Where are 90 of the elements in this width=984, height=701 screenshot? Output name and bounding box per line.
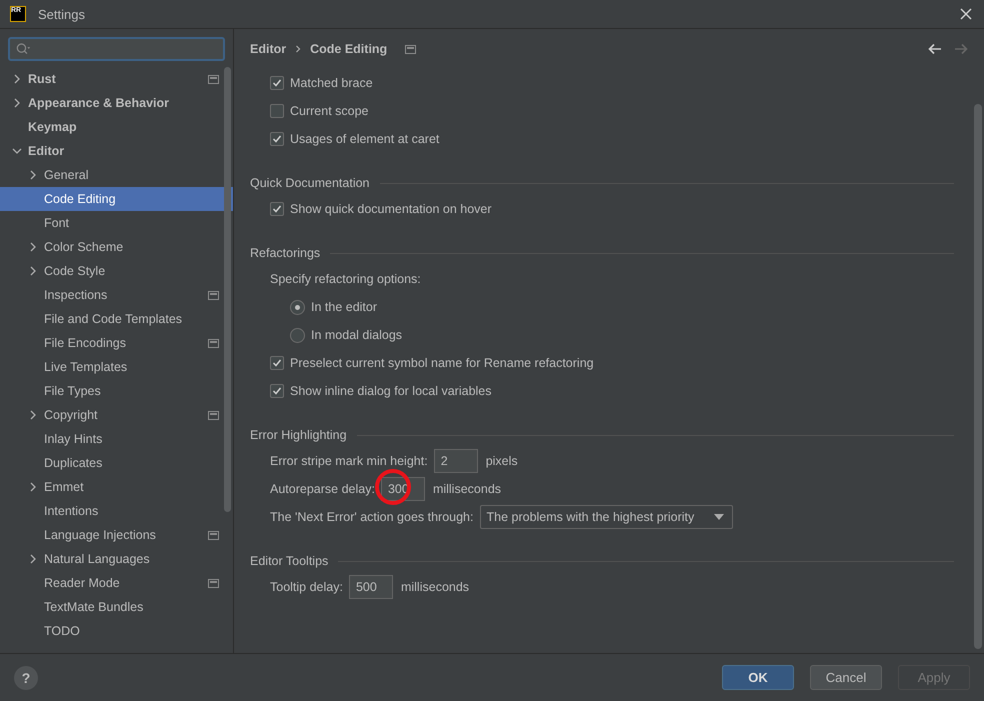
section-title: Error Highlighting	[250, 428, 347, 442]
checkbox[interactable]	[270, 104, 284, 118]
tree-item[interactable]: Live Templates	[0, 355, 233, 379]
tree-item[interactable]: Editor	[0, 139, 233, 163]
project-scope-icon	[208, 578, 219, 588]
window-title: Settings	[38, 6, 86, 22]
breadcrumb-item[interactable]: Code Editing	[310, 42, 388, 56]
tree-item[interactable]: Rust	[0, 67, 233, 91]
tree-item[interactable]: Copyright	[0, 403, 233, 427]
tree-item[interactable]: Emmet	[0, 475, 233, 499]
section-title: Refactorings	[250, 246, 320, 260]
option-label: Specify refactoring options:	[270, 272, 421, 286]
section-title: Editor Tooltips	[250, 554, 328, 568]
scrollbar[interactable]	[974, 104, 982, 649]
project-scope-icon	[208, 338, 219, 348]
chevron-right-icon[interactable]	[28, 170, 38, 180]
checkmark-icon	[272, 78, 282, 88]
radio-button[interactable]	[290, 300, 305, 314]
radio-label: In the editor	[311, 300, 378, 314]
checkbox-label: Matched brace	[290, 76, 373, 90]
project-scope-icon	[208, 410, 219, 420]
checkbox-label: Show inline dialog for local variables	[290, 384, 492, 398]
tree-item[interactable]: Code Editing	[0, 187, 233, 211]
chevron-right-icon[interactable]	[12, 98, 22, 108]
tree-item[interactable]: Color Scheme	[0, 235, 233, 259]
search-icon	[16, 42, 31, 56]
tree-item[interactable]: Natural Languages	[0, 547, 233, 571]
tree-item[interactable]: TextMate Bundles	[0, 595, 233, 619]
dialog-button[interactable]: OK	[722, 665, 794, 690]
dropdown[interactable]: The problems with the highest priority	[480, 505, 734, 529]
checkbox-label: Preselect current symbol name for Rename refactoring	[290, 356, 594, 370]
search-field[interactable]	[8, 37, 225, 61]
chevron-right-icon[interactable]	[28, 482, 38, 492]
chevron-down-icon[interactable]	[12, 146, 22, 156]
chevron-right-icon[interactable]	[28, 266, 38, 276]
checkbox[interactable]	[270, 202, 284, 216]
checkbox[interactable]	[270, 384, 284, 398]
tree-item[interactable]: Reader Mode	[0, 571, 233, 595]
number-field[interactable]: 2	[434, 449, 478, 473]
section-title: Quick Documentation	[250, 176, 370, 190]
checkmark-icon	[272, 358, 282, 368]
checkbox-label: Current scope	[290, 104, 369, 118]
dialog-button[interactable]: Cancel	[810, 665, 882, 690]
project-scope-icon	[208, 290, 219, 300]
checkbox-label: Show quick documentation on hover	[290, 202, 492, 216]
checkbox-label: Usages of element at caret	[290, 132, 440, 146]
field-label: Error stripe mark min height:	[270, 454, 428, 468]
back-arrow-icon[interactable]	[928, 43, 942, 55]
chevron-right-icon[interactable]	[28, 242, 38, 252]
tree-item[interactable]: Language Injections	[0, 523, 233, 547]
project-scope-icon	[208, 530, 219, 540]
unit-label: pixels	[486, 454, 518, 468]
project-scope-icon	[405, 44, 416, 54]
project-scope-icon	[208, 74, 219, 84]
radio-label: In modal dialogs	[311, 328, 402, 342]
checkbox[interactable]	[270, 76, 284, 90]
scrollbar[interactable]	[224, 67, 231, 512]
tree-item[interactable]: Keymap	[0, 115, 233, 139]
checkmark-icon	[272, 386, 282, 396]
checkbox[interactable]	[270, 356, 284, 370]
tree-item[interactable]: Code Style	[0, 259, 233, 283]
breadcrumb-item[interactable]: Editor	[250, 42, 286, 56]
checkmark-icon	[272, 134, 282, 144]
field-label: Tooltip delay:	[270, 580, 343, 594]
checkbox[interactable]	[270, 132, 284, 146]
field-label: The 'Next Error' action goes through:	[270, 510, 474, 524]
tree-item[interactable]: TODO	[0, 619, 233, 643]
tree-item[interactable]: Inspections	[0, 283, 233, 307]
tree-item[interactable]: Inlay Hints	[0, 427, 233, 451]
tree-item[interactable]: General	[0, 163, 233, 187]
tree-item[interactable]: File Encodings	[0, 331, 233, 355]
close-icon[interactable]	[958, 6, 974, 22]
chevron-right-icon[interactable]	[28, 410, 38, 420]
tree-item[interactable]: File Types	[0, 379, 233, 403]
dropdown-arrow-icon	[714, 514, 724, 520]
chevron-right-icon[interactable]	[28, 554, 38, 564]
tree-item[interactable]: Font	[0, 211, 233, 235]
radio-button[interactable]	[290, 328, 305, 342]
unit-label: milliseconds	[432, 482, 502, 496]
unit-label: milliseconds	[400, 580, 470, 594]
number-field[interactable]: 500	[348, 575, 393, 599]
chevron-right-icon	[294, 45, 302, 53]
chevron-right-icon[interactable]	[12, 74, 22, 84]
help-button[interactable]: ?	[14, 666, 38, 690]
field-label: Autoreparse delay:	[270, 482, 375, 496]
checkmark-icon	[272, 204, 282, 214]
tree-item[interactable]: Intentions	[0, 499, 233, 523]
tree-item[interactable]: File and Code Templates	[0, 307, 233, 331]
tree-item[interactable]: Appearance & Behavior	[0, 91, 233, 115]
tree-item[interactable]: Duplicates	[0, 451, 233, 475]
